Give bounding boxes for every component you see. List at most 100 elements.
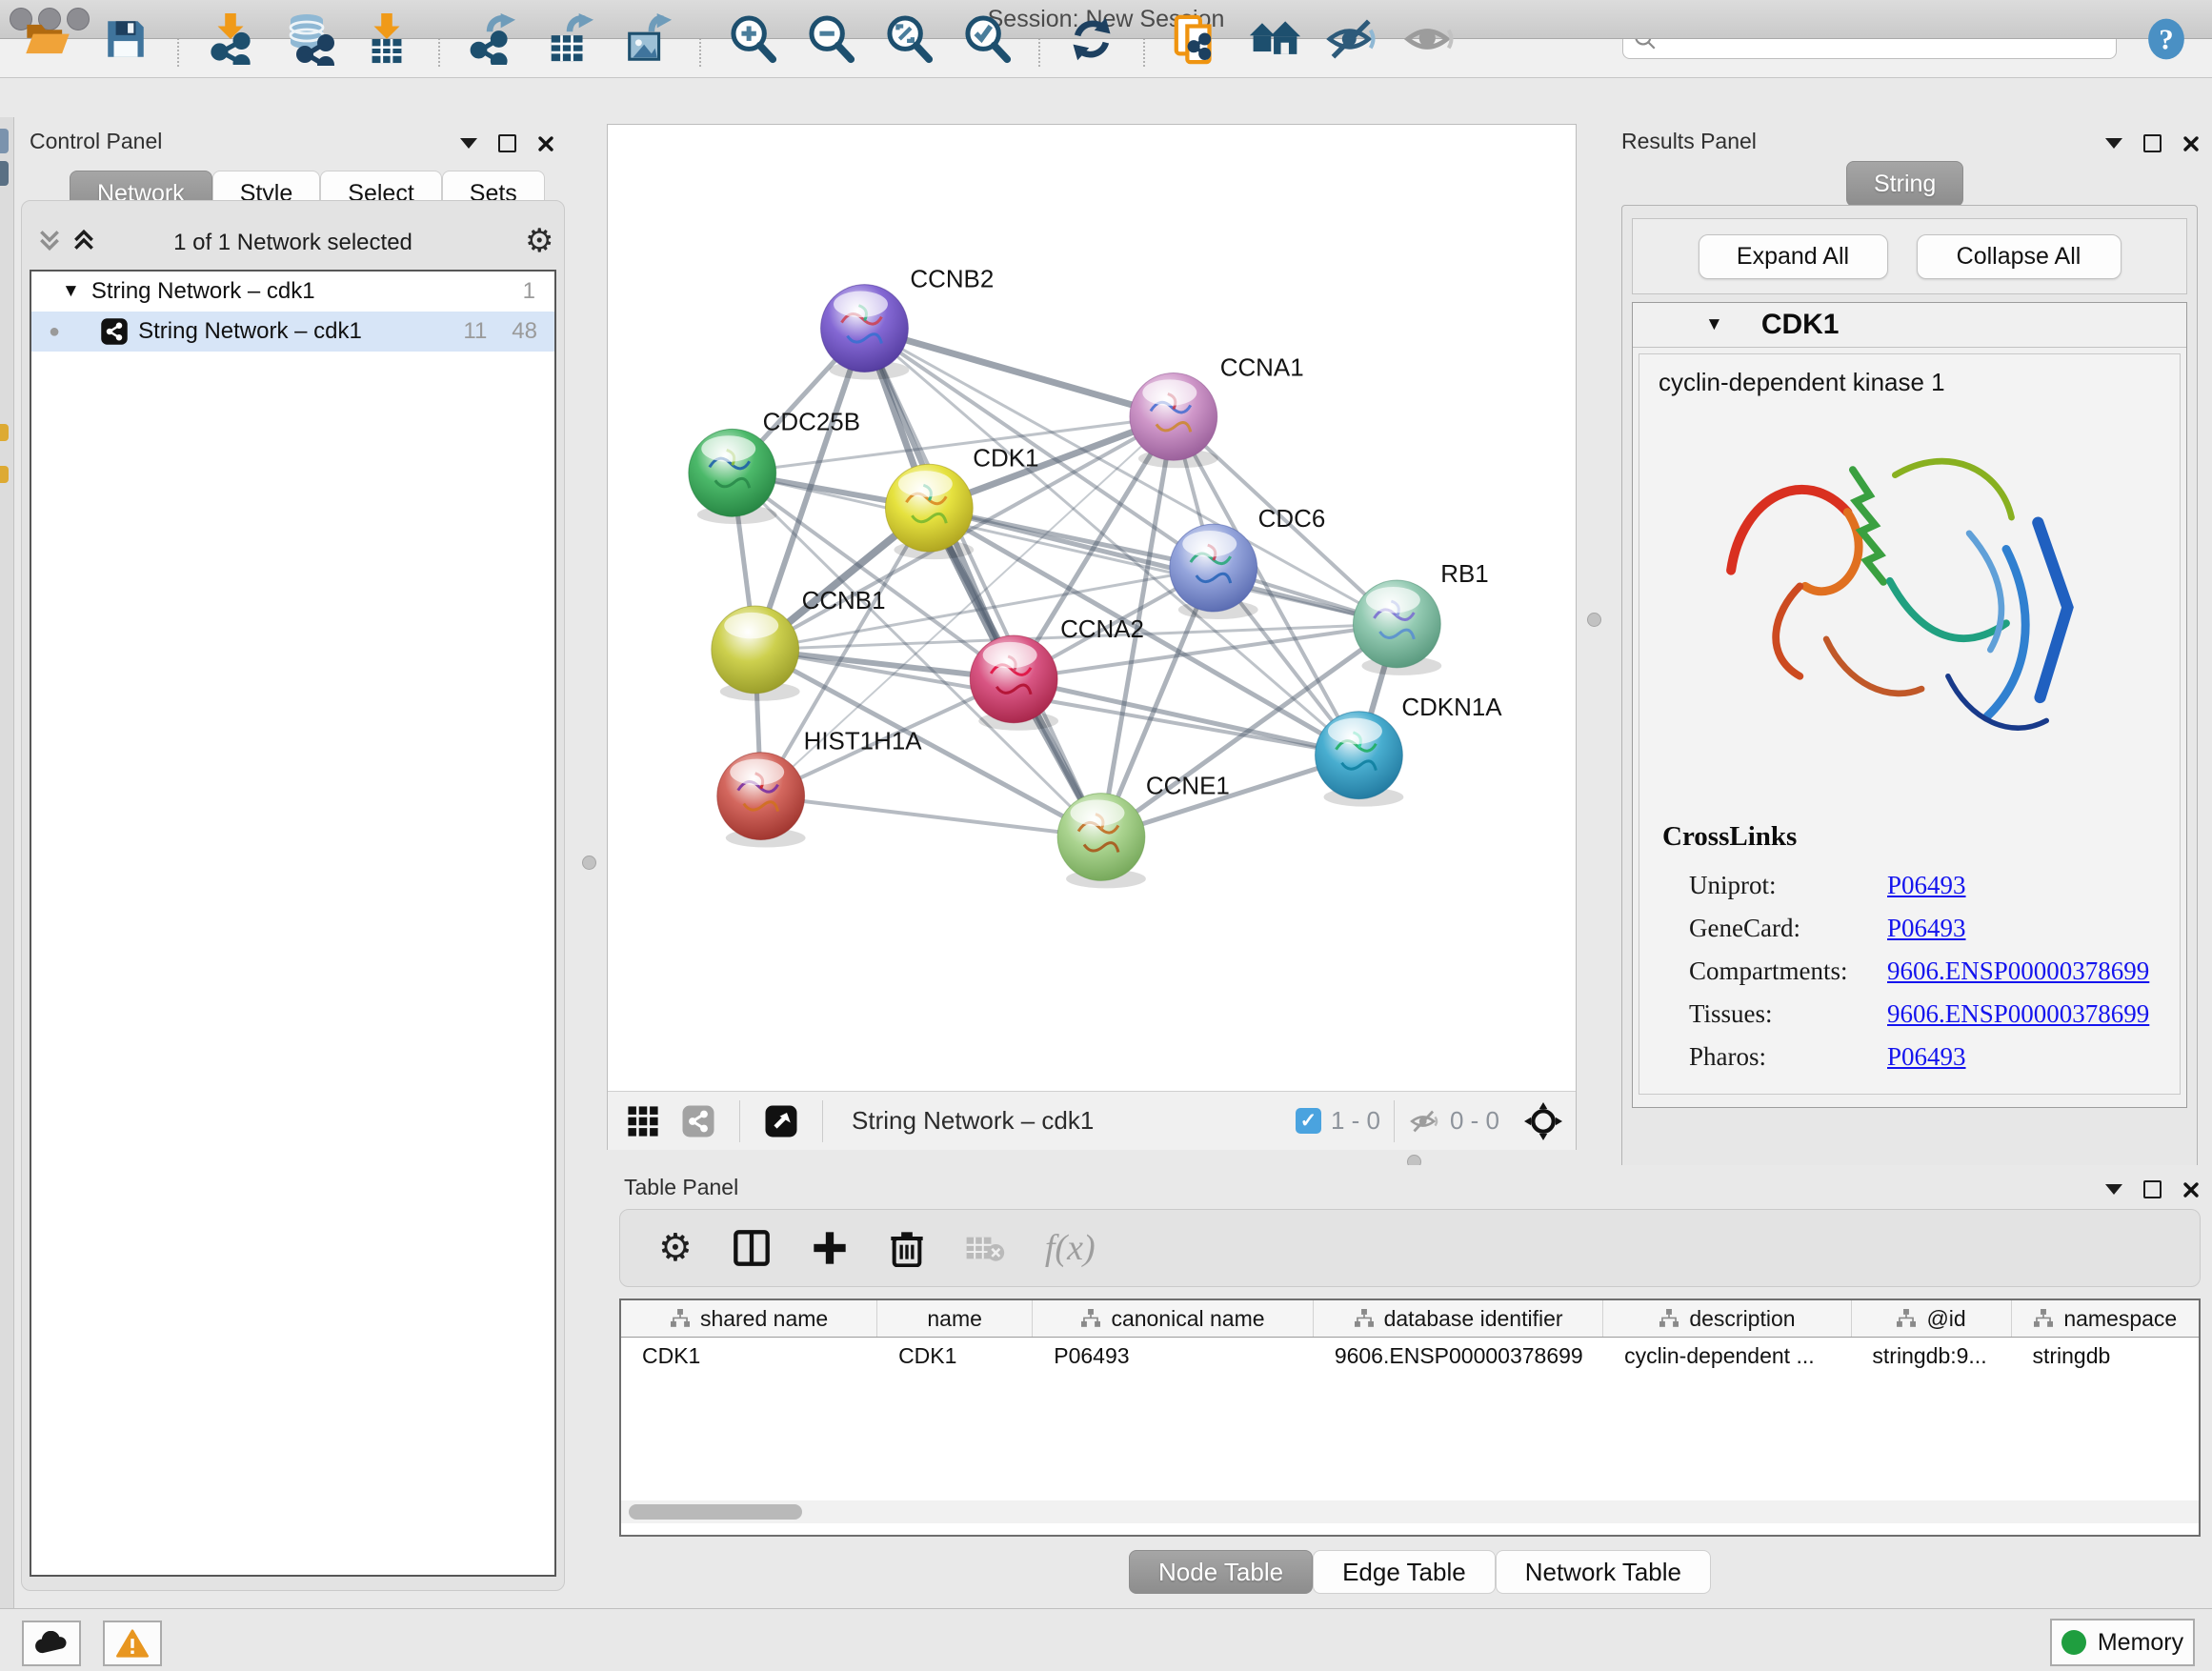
column-header-database-identifier[interactable]: database identifier (1314, 1300, 1603, 1337)
collapsed-panel-icon[interactable] (0, 129, 9, 153)
table-settings-gear-icon[interactable]: ⚙ (658, 1226, 693, 1270)
collection-expander-icon[interactable]: ▼ (62, 281, 80, 302)
clone-network-button[interactable] (1170, 12, 1223, 66)
delete-column-icon[interactable] (889, 1229, 925, 1267)
table-panel: Table Panel ⚙ (595, 1165, 2212, 1608)
warnings-button[interactable] (103, 1621, 162, 1666)
network-node-CDC25B[interactable]: CDC25B (689, 409, 860, 524)
column-header-description[interactable]: description (1603, 1300, 1851, 1337)
zoom-fit-button[interactable] (882, 12, 935, 66)
import-network-from-file-button[interactable] (204, 12, 257, 66)
add-column-icon[interactable] (811, 1229, 849, 1267)
expand-all-button[interactable]: Expand All (1699, 234, 1888, 279)
crosslink-compartments[interactable]: 9606.ENSP00000378699 (1887, 956, 2149, 986)
control-panel: Control Panel Network Style Select Sets … (14, 117, 570, 1608)
float-panel-icon[interactable] (2143, 134, 2162, 152)
export-network-button[interactable] (465, 12, 518, 66)
table-horizontal-scrollbar[interactable] (621, 1500, 2199, 1523)
close-panel-icon[interactable] (537, 135, 554, 152)
table-row[interactable]: CDK1 CDK1 P06493 9606.ENSP00000378699 cy… (621, 1338, 2199, 1374)
export-image-button[interactable] (621, 12, 674, 66)
grid-view-button[interactable] (615, 1105, 671, 1137)
network-node-CDKN1A[interactable]: CDKN1A (1316, 695, 1503, 807)
tab-edge-table[interactable]: Edge Table (1313, 1550, 1496, 1594)
network-node-count: 11 (463, 318, 487, 345)
network-options-gear-icon[interactable]: ⚙ (525, 222, 553, 260)
float-panel-icon[interactable] (2143, 1180, 2162, 1198)
network-graph[interactable]: CCNB2CCNA1CDC25BCDK1CDC6RB1CCNB1CCNA2CDK… (608, 125, 1576, 1092)
zoom-out-button[interactable] (804, 12, 857, 66)
control-panel-title: Control Panel (30, 129, 162, 154)
tab-network-table[interactable]: Network Table (1496, 1550, 1711, 1594)
crosslink-genecard[interactable]: P06493 (1887, 914, 1966, 943)
node-label-CCNA2: CCNA2 (1060, 616, 1144, 643)
collapsed-panel-icon[interactable] (0, 161, 9, 186)
section-expander-icon[interactable]: ▼ (1705, 314, 1723, 335)
node-label-CCNE1: CCNE1 (1146, 774, 1230, 800)
help-button[interactable]: ? (2142, 12, 2191, 66)
crosslinks-title: CrossLinks (1662, 821, 1797, 853)
column-header-namespace[interactable]: namespace (2012, 1300, 2199, 1337)
results-panel-title: Results Panel (1621, 129, 1757, 154)
collapsed-side-strip (0, 117, 14, 1608)
vertical-splitter-handle[interactable] (1587, 613, 1601, 627)
column-header-id[interactable]: @id (1852, 1300, 2012, 1337)
share-network-icon (213, 34, 248, 65)
share-network-icon (681, 1104, 715, 1138)
collapsed-panel-icon[interactable] (0, 424, 9, 441)
import-network-from-database-button[interactable] (282, 12, 335, 66)
network-node-CCNB2[interactable]: CCNB2 (821, 267, 995, 380)
show-all-button[interactable] (1404, 12, 1458, 66)
zoom-in-button[interactable] (726, 12, 779, 66)
column-header-canonical-name[interactable]: canonical name (1033, 1300, 1314, 1337)
float-panel-icon[interactable] (498, 134, 516, 152)
crosslink-pharos[interactable]: P06493 (1887, 1042, 1966, 1072)
collapse-all-button[interactable]: Collapse All (1917, 234, 2122, 279)
network-canvas[interactable]: CCNB2CCNA1CDC25BCDK1CDC6RB1CCNB1CCNA2CDK… (607, 124, 1577, 1150)
close-panel-icon[interactable] (2182, 1181, 2200, 1198)
tab-node-table[interactable]: Node Table (1129, 1550, 1313, 1594)
detach-view-button[interactable] (754, 1104, 809, 1138)
selected-checkbox[interactable]: ✓ (1296, 1108, 1321, 1134)
network-collection-row[interactable]: ▼ String Network – cdk1 1 (31, 272, 554, 312)
open-folder-icon (23, 14, 72, 64)
canvas-network-name: String Network – cdk1 (852, 1106, 1296, 1136)
hide-selected-button[interactable] (1326, 12, 1379, 66)
network-node-HIST1H1A[interactable]: HIST1H1A (717, 729, 922, 848)
export-table-button[interactable] (543, 12, 596, 66)
protein-section-header[interactable]: ▼ CDK1 (1633, 303, 2186, 348)
tab-string[interactable]: String (1846, 161, 1963, 207)
panel-menu-icon[interactable] (460, 138, 477, 149)
import-table-from-file-button[interactable] (360, 12, 413, 66)
network-node-CCNA1[interactable]: CCNA1 (1130, 354, 1304, 468)
cloud-status-button[interactable] (22, 1621, 81, 1666)
network-view-button[interactable] (671, 1104, 726, 1138)
hidden-eye-slash-icon (1406, 1107, 1444, 1136)
delete-table-icon (965, 1232, 1005, 1264)
memory-button[interactable]: Memory (2050, 1619, 2195, 1666)
open-session-button[interactable] (21, 12, 74, 66)
collapsed-panel-icon[interactable] (0, 466, 9, 483)
network-node-RB1[interactable]: RB1 (1353, 561, 1488, 675)
panel-menu-icon[interactable] (2105, 1184, 2122, 1195)
grid-icon (627, 1105, 659, 1137)
save-session-button[interactable] (99, 12, 152, 66)
column-header-shared-name[interactable]: shared name (621, 1300, 877, 1337)
vertical-splitter-handle[interactable] (582, 856, 596, 870)
memory-label: Memory (2098, 1629, 2183, 1657)
crosslink-tissues[interactable]: 9606.ENSP00000378699 (1887, 999, 2149, 1029)
birds-eye-toggle-button[interactable] (1515, 1102, 1572, 1140)
network-row-selected[interactable]: ● String Network – cdk1 11 48 (31, 312, 554, 352)
network-node-CCNE1[interactable]: CCNE1 (1057, 774, 1230, 889)
close-panel-icon[interactable] (2182, 135, 2200, 152)
panel-menu-icon[interactable] (2105, 138, 2122, 149)
column-header-name[interactable]: name (877, 1300, 1033, 1337)
apply-layout-button[interactable] (1065, 12, 1118, 66)
zoom-selected-button[interactable] (960, 12, 1014, 66)
home-button[interactable] (1248, 12, 1301, 66)
node-label-CDKN1A: CDKN1A (1401, 695, 1502, 721)
crosslink-uniprot[interactable]: P06493 (1887, 871, 1966, 900)
scrollbar-thumb[interactable] (629, 1504, 802, 1520)
show-columns-icon[interactable] (733, 1229, 771, 1267)
cell-database-identifier: 9606.ENSP00000378699 (1314, 1338, 1603, 1374)
